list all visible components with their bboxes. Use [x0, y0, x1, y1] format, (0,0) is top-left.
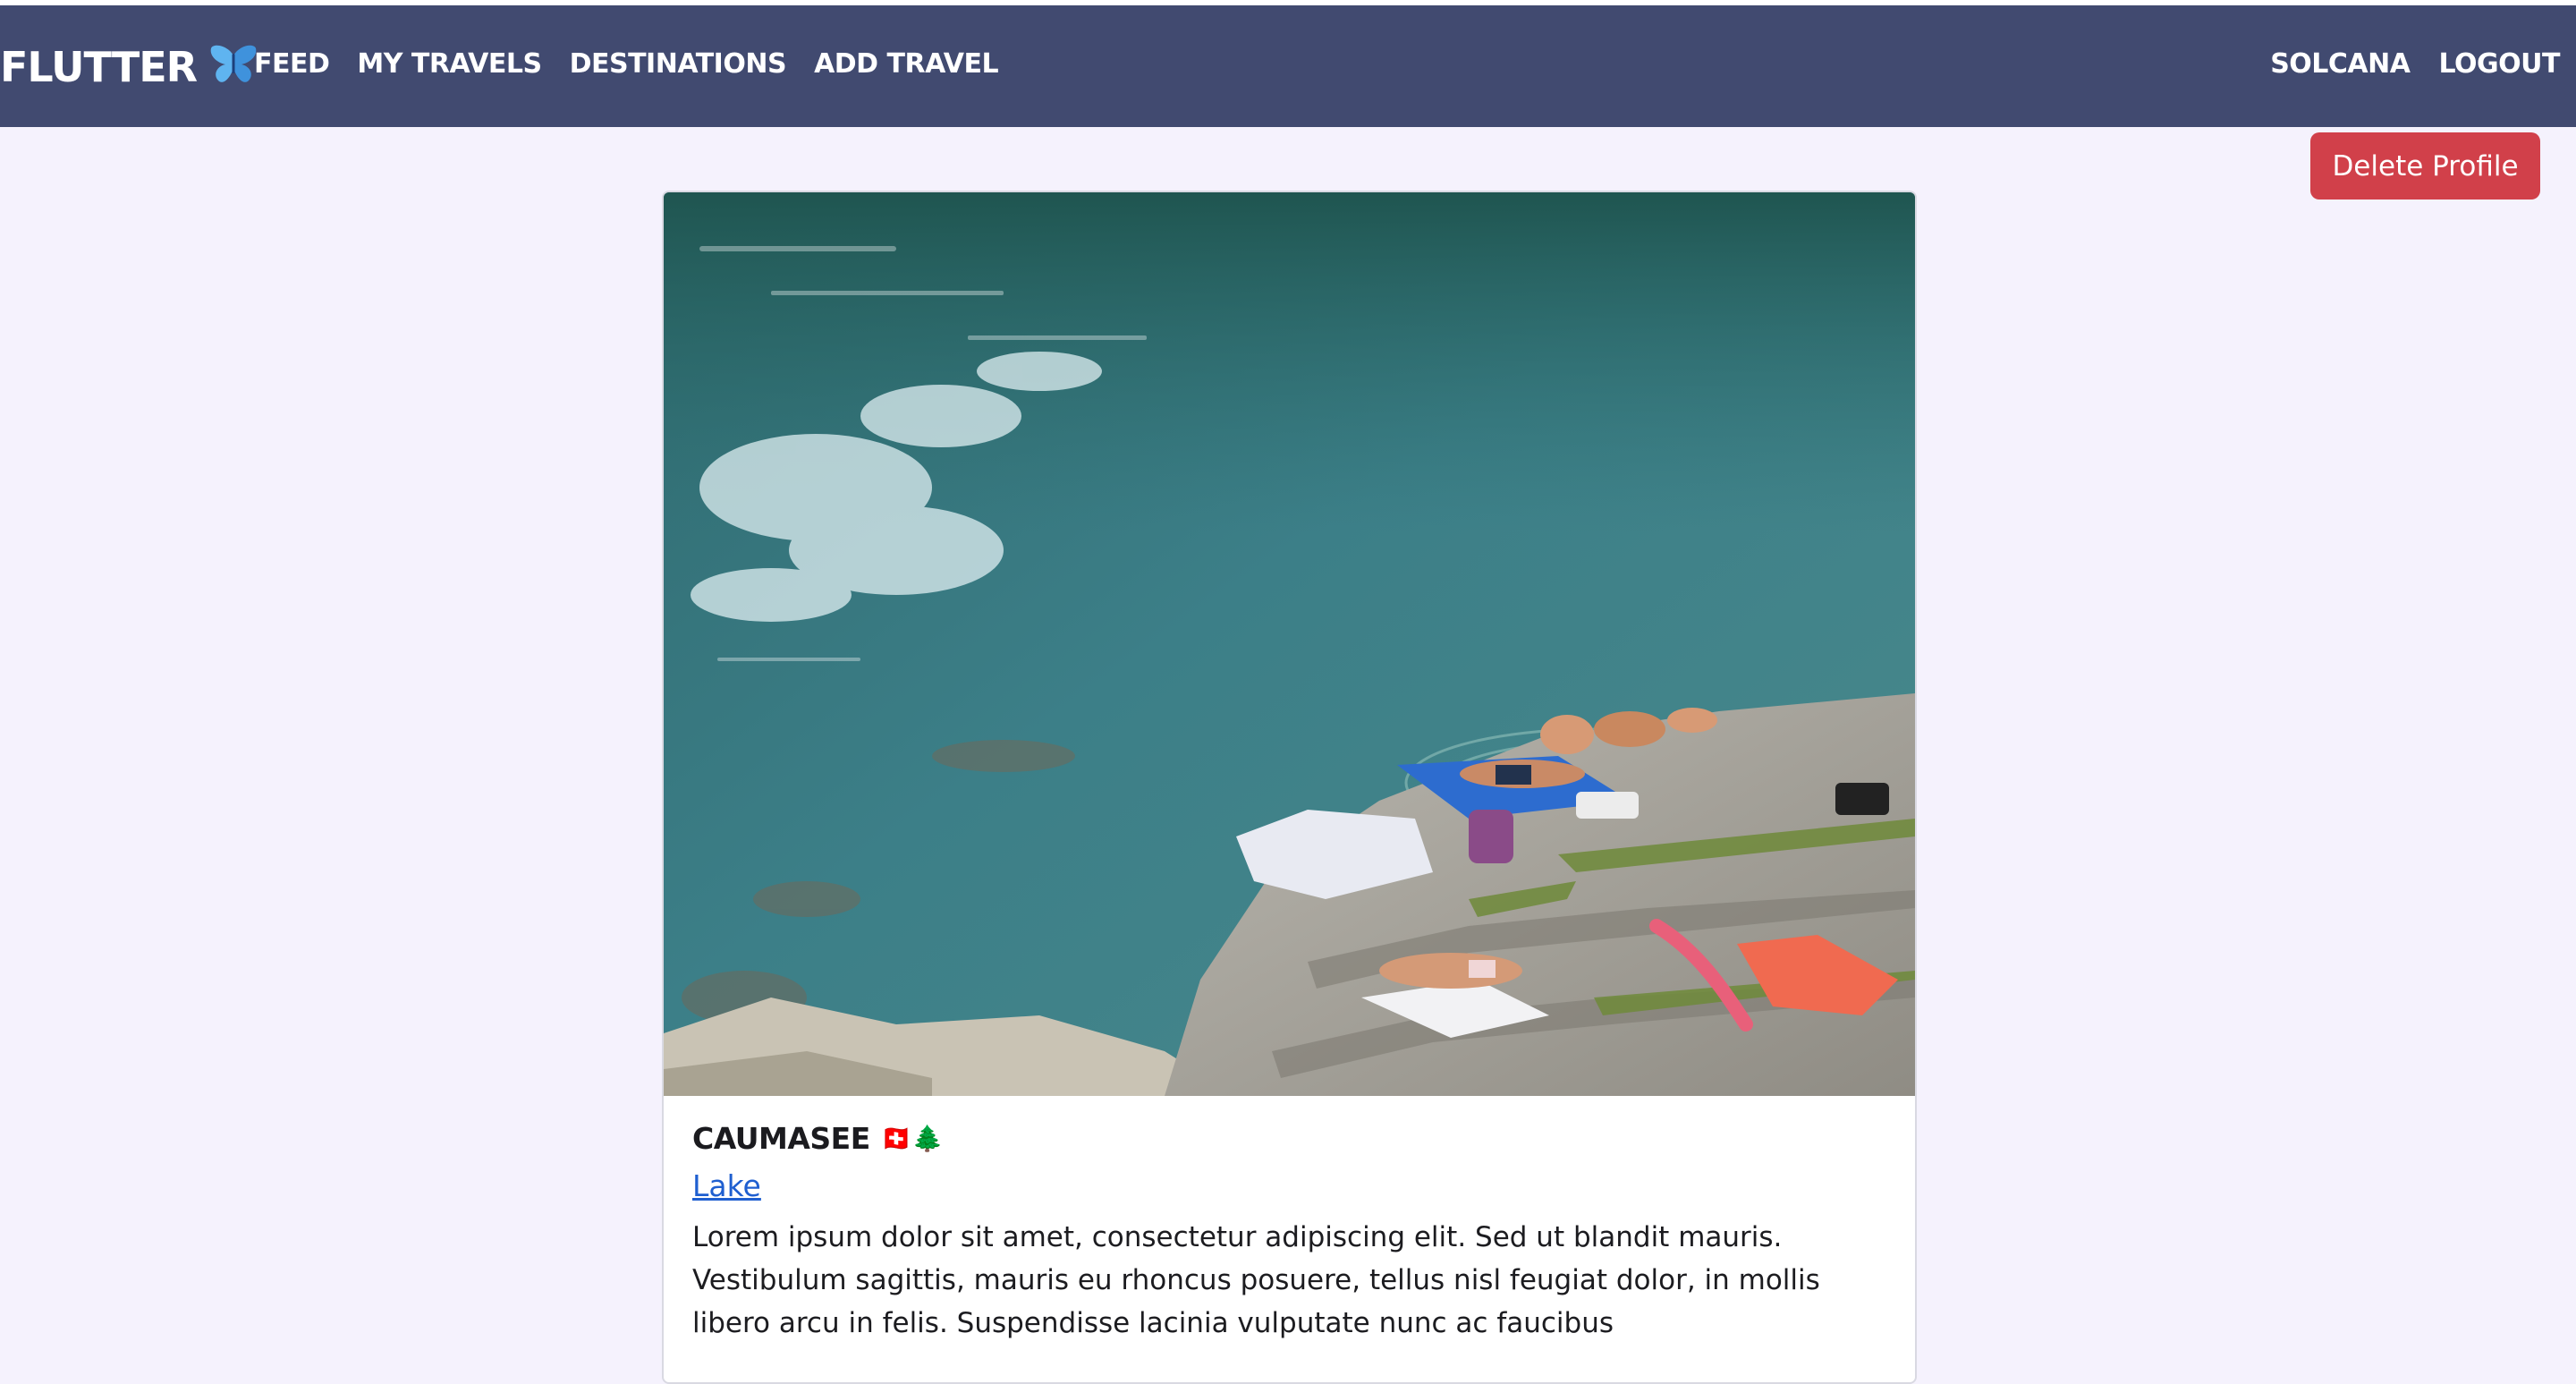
travel-description: Lorem ipsum dolor sit amet, consectetur …	[692, 1221, 1820, 1339]
nav-destinations-link[interactable]: DESTINATIONS	[570, 48, 787, 80]
nav-feed-link[interactable]: FEED	[254, 48, 330, 80]
travel-photo	[664, 192, 1915, 1096]
navbar: FLUTTER FEED MY TRAVELS DESTINATIONS ADD…	[0, 5, 2576, 127]
category-link[interactable]: Lake	[692, 1168, 761, 1203]
brand-name: FLUTTER	[0, 43, 198, 91]
nav-my-travels-link[interactable]: MY TRAVELS	[357, 48, 542, 80]
destination-title: CAUMASEE	[692, 1121, 870, 1156]
card-body: CAUMASEE 🇨🇭🌲 Lake Lorem ipsum dolor sit …	[692, 1121, 1891, 1372]
flag-icons: 🇨🇭🌲	[880, 1124, 944, 1153]
nav-add-travel-link[interactable]: ADD TRAVEL	[814, 48, 999, 80]
nav-username-link[interactable]: SOLCANA	[2270, 48, 2411, 80]
title-row: CAUMASEE 🇨🇭🌲	[692, 1121, 1891, 1156]
nav-user-links: SOLCANA LOGOUT	[2270, 48, 2560, 80]
nav-logout-link[interactable]: LOGOUT	[2438, 48, 2560, 80]
butterfly-icon	[209, 43, 258, 92]
travel-card: CAUMASEE 🇨🇭🌲 Lake Lorem ipsum dolor sit …	[662, 191, 1917, 1384]
brand-link[interactable]: FLUTTER	[0, 39, 258, 95]
nav-links: FEED MY TRAVELS DESTINATIONS ADD TRAVEL	[254, 48, 999, 80]
delete-profile-button[interactable]: Delete Profile	[2310, 132, 2540, 200]
